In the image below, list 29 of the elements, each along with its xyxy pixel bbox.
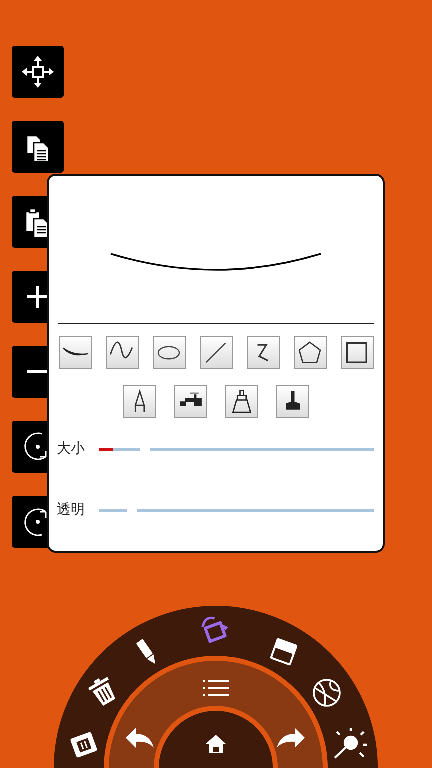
inner-ring[interactable] — [159, 711, 273, 768]
redo-icon[interactable] — [277, 728, 305, 748]
slider[interactable] — [99, 508, 374, 512]
home-icon[interactable] — [206, 735, 226, 753]
tool-button[interactable] — [58, 336, 92, 369]
pencil-icon[interactable] — [136, 639, 156, 664]
menu-icon[interactable] — [203, 680, 229, 696]
move-icon — [20, 54, 56, 90]
tool-button[interactable] — [276, 385, 309, 418]
tool-button[interactable] — [106, 336, 138, 369]
tool-button[interactable] — [340, 336, 374, 369]
tool-button[interactable] — [294, 336, 326, 369]
tool-button[interactable] — [123, 385, 156, 418]
ball-icon[interactable] — [313, 679, 341, 707]
tool-button[interactable] — [200, 336, 232, 369]
side-tool-button[interactable] — [12, 46, 64, 98]
tool-button[interactable] — [174, 385, 207, 418]
trash-icon[interactable] — [88, 677, 116, 706]
slider-label: 透明 — [57, 501, 86, 519]
paint-bucket-icon[interactable] — [202, 616, 229, 644]
tool-button[interactable] — [246, 336, 280, 369]
tool-button[interactable] — [225, 385, 258, 418]
undo-icon[interactable] — [126, 728, 154, 748]
slider[interactable] — [99, 448, 374, 450]
tool-button[interactable] — [152, 336, 186, 369]
burst-icon[interactable] — [334, 726, 368, 760]
brush-stroke-icon — [62, 347, 88, 358]
side-tool-button[interactable] — [12, 121, 64, 173]
slider-label: 大小 — [57, 440, 86, 458]
